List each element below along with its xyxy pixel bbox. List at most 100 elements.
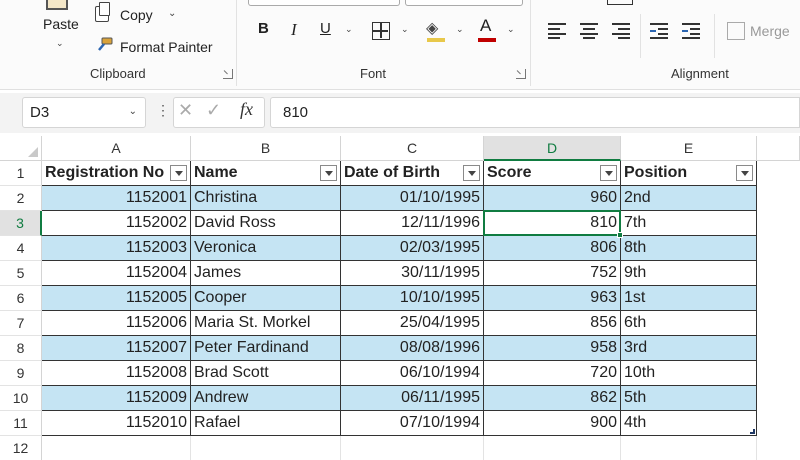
table-cell[interactable]: James xyxy=(191,261,341,286)
table-cell[interactable]: 06/11/1995 xyxy=(341,386,484,411)
row-header-3[interactable]: 3 xyxy=(0,211,42,236)
empty-cell[interactable] xyxy=(42,436,191,460)
table-cell[interactable]: Cooper xyxy=(191,286,341,311)
table-cell[interactable]: 6th xyxy=(621,311,757,336)
underline-button[interactable]: U xyxy=(320,20,331,37)
table-cell[interactable]: 862 xyxy=(484,386,621,411)
row-header-12[interactable]: 12 xyxy=(0,436,42,460)
table-cell[interactable]: 1152006 xyxy=(42,311,191,336)
font-color-icon[interactable]: A xyxy=(480,16,491,36)
column-header-f[interactable] xyxy=(757,136,800,161)
filter-dropdown-icon[interactable] xyxy=(170,165,187,181)
table-cell[interactable]: 960 xyxy=(484,186,621,211)
table-cell[interactable]: 3rd xyxy=(621,336,757,361)
row-header-9[interactable]: 9 xyxy=(0,361,42,386)
font-launcher-icon[interactable] xyxy=(516,69,526,79)
row-header-11[interactable]: 11 xyxy=(0,411,42,436)
table-cell[interactable]: Maria St. Morkel xyxy=(191,311,341,336)
borders-chevron-down-icon[interactable]: ⌄ xyxy=(401,24,409,35)
table-cell[interactable]: 8th xyxy=(621,236,757,261)
filter-dropdown-icon[interactable] xyxy=(736,165,753,181)
formula-input[interactable]: 810 xyxy=(270,97,800,128)
bold-button[interactable]: B xyxy=(258,20,269,37)
table-cell[interactable]: 02/03/1995 xyxy=(341,236,484,261)
table-header-cell[interactable]: Name xyxy=(191,161,341,186)
row-header-2[interactable]: 2 xyxy=(0,186,42,211)
empty-cell[interactable] xyxy=(484,436,621,460)
row-header-1[interactable]: 1 xyxy=(0,161,42,186)
column-header-e[interactable]: E xyxy=(621,136,757,161)
table-cell[interactable]: 810 xyxy=(484,211,621,236)
filter-dropdown-icon[interactable] xyxy=(600,165,617,181)
filter-dropdown-icon[interactable] xyxy=(320,165,337,181)
table-cell[interactable]: 10th xyxy=(621,361,757,386)
row-header-5[interactable]: 5 xyxy=(0,261,42,286)
table-cell[interactable]: Rafael xyxy=(191,411,341,436)
table-cell[interactable]: 06/10/1994 xyxy=(341,361,484,386)
cancel-icon[interactable]: ✕ xyxy=(178,100,193,121)
enter-icon[interactable]: ✓ xyxy=(206,100,221,121)
font-size-box[interactable] xyxy=(405,0,523,6)
table-cell[interactable]: 4th xyxy=(621,411,757,436)
fill-handle[interactable] xyxy=(617,232,623,238)
merge-icon[interactable] xyxy=(727,22,745,40)
table-cell[interactable]: David Ross xyxy=(191,211,341,236)
table-cell[interactable]: 12/11/1996 xyxy=(341,211,484,236)
row-header-4[interactable]: 4 xyxy=(0,236,42,261)
paste-chevron-down-icon[interactable]: ⌄ xyxy=(56,38,64,49)
align-center-icon[interactable] xyxy=(580,22,598,39)
clipboard-launcher-icon[interactable] xyxy=(223,69,233,79)
borders-icon[interactable] xyxy=(372,22,390,40)
column-header-b[interactable]: B xyxy=(191,136,341,161)
table-cell[interactable]: 1st xyxy=(621,286,757,311)
select-all-button[interactable] xyxy=(0,136,42,161)
table-cell[interactable]: 30/11/1995 xyxy=(341,261,484,286)
copy-icon[interactable] xyxy=(95,2,110,22)
filter-dropdown-icon[interactable] xyxy=(463,165,480,181)
insert-function-button[interactable]: fx xyxy=(240,99,253,120)
column-header-a[interactable]: A xyxy=(42,136,191,161)
table-cell[interactable]: 1152008 xyxy=(42,361,191,386)
align-right-icon[interactable] xyxy=(612,22,630,39)
italic-button[interactable]: I xyxy=(291,20,297,40)
table-cell[interactable]: 1152001 xyxy=(42,186,191,211)
copy-button[interactable]: Copy xyxy=(120,7,153,23)
table-cell[interactable]: 5th xyxy=(621,386,757,411)
table-cell[interactable]: Brad Scott xyxy=(191,361,341,386)
table-cell[interactable]: 1152007 xyxy=(42,336,191,361)
row-header-7[interactable]: 7 xyxy=(0,311,42,336)
table-cell[interactable]: Christina xyxy=(191,186,341,211)
format-painter-icon[interactable] xyxy=(95,37,113,53)
table-cell[interactable]: 856 xyxy=(484,311,621,336)
table-cell[interactable]: 2nd xyxy=(621,186,757,211)
merge-button[interactable]: Merge xyxy=(750,23,790,39)
column-header-c[interactable]: C xyxy=(341,136,484,161)
table-cell[interactable]: 1152009 xyxy=(42,386,191,411)
align-left-icon[interactable] xyxy=(548,22,566,39)
font-color-chevron-down-icon[interactable]: ⌄ xyxy=(507,24,515,35)
paste-button[interactable]: Paste xyxy=(43,16,79,32)
table-cell[interactable]: Andrew xyxy=(191,386,341,411)
format-painter-button[interactable]: Format Painter xyxy=(120,39,213,55)
font-name-box[interactable] xyxy=(248,0,400,6)
table-cell[interactable]: 9th xyxy=(621,261,757,286)
empty-cell[interactable] xyxy=(621,436,757,460)
orientation-icon[interactable] xyxy=(607,0,633,5)
row-header-10[interactable]: 10 xyxy=(0,386,42,411)
table-cell[interactable]: 752 xyxy=(484,261,621,286)
fill-color-chevron-down-icon[interactable]: ⌄ xyxy=(456,24,464,35)
table-cell[interactable]: 1152002 xyxy=(42,211,191,236)
table-cell[interactable]: Veronica xyxy=(191,236,341,261)
table-cell[interactable]: 25/04/1995 xyxy=(341,311,484,336)
table-resize-handle[interactable] xyxy=(750,429,755,434)
paste-icon[interactable] xyxy=(46,0,68,10)
empty-cell[interactable] xyxy=(341,436,484,460)
copy-chevron-down-icon[interactable]: ⌄ xyxy=(168,8,176,19)
table-cell[interactable]: 900 xyxy=(484,411,621,436)
table-cell[interactable]: 07/10/1994 xyxy=(341,411,484,436)
table-cell[interactable]: 720 xyxy=(484,361,621,386)
name-box-chevron-down-icon[interactable]: ⌄ xyxy=(129,106,137,117)
table-cell[interactable]: Peter Fardinand xyxy=(191,336,341,361)
underline-chevron-down-icon[interactable]: ⌄ xyxy=(345,24,353,35)
increase-indent-icon[interactable] xyxy=(682,22,700,39)
